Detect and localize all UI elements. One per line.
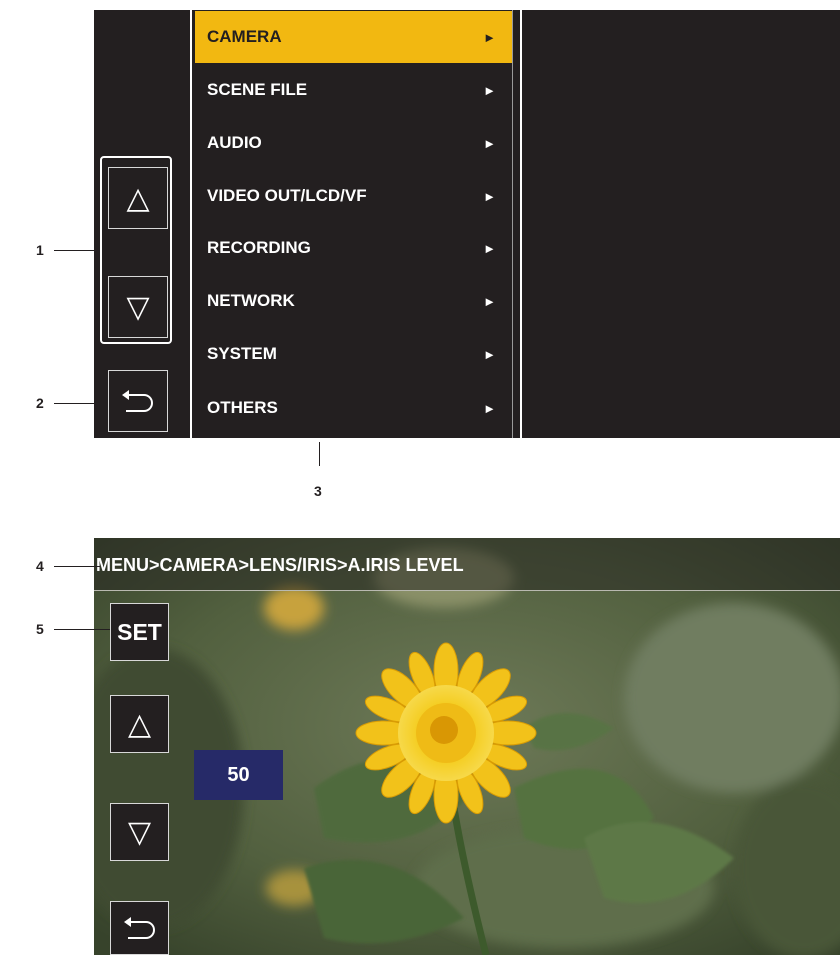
menu-item-scene-file[interactable]: SCENE FILE ► (195, 64, 512, 116)
set-button-label: SET (117, 618, 162, 645)
menu-item-label: OTHERS (207, 398, 278, 417)
menu-item-system[interactable]: SYSTEM ► (195, 328, 512, 380)
play-arrow-icon: ► (483, 240, 496, 256)
breadcrumb-divider (94, 590, 840, 591)
callout-2: 2 (36, 395, 44, 411)
set-button[interactable]: SET (110, 603, 169, 661)
menu-item-label: SCENE FILE (207, 80, 308, 99)
callout-line-5 (54, 629, 110, 630)
play-arrow-icon: ► (483, 293, 496, 309)
play-arrow-icon: ► (483, 29, 496, 45)
scroll-down-button[interactable]: ▽ (108, 276, 168, 338)
callout-4: 4 (36, 558, 44, 574)
down-triangle-icon: ▽ (127, 815, 152, 849)
iris-level-value: 50 (194, 750, 283, 800)
return-arrow-icon (122, 390, 153, 412)
callout-line-4 (54, 566, 100, 567)
menu-item-label: NETWORK (207, 291, 295, 310)
menu-item-label: AUDIO (207, 133, 262, 152)
back-button[interactable] (110, 901, 169, 955)
menu-item-recording[interactable]: RECORDING ► (195, 222, 512, 274)
menu-item-label: SYSTEM (207, 344, 277, 363)
live-view-screen: MENU>CAMERA>LENS/IRIS>A.IRIS LEVEL SET △… (94, 538, 840, 955)
value-up-button[interactable]: △ (110, 695, 169, 753)
up-triangle-icon: △ (126, 181, 150, 215)
back-button[interactable] (108, 370, 168, 432)
menu-item-network[interactable]: NETWORK ► (195, 275, 512, 327)
callout-line-3 (319, 442, 320, 466)
play-arrow-icon: ► (483, 346, 496, 362)
menu-item-video-out[interactable]: VIDEO OUT/LCD/VF ► (195, 170, 512, 222)
play-arrow-icon: ► (483, 188, 496, 204)
menu-item-camera[interactable]: CAMERA ► (195, 11, 512, 63)
breadcrumb: MENU>CAMERA>LENS/IRIS>A.IRIS LEVEL (96, 555, 464, 575)
callout-line-2 (54, 403, 108, 404)
play-arrow-icon: ► (483, 400, 496, 416)
menu-item-label: RECORDING (207, 238, 311, 257)
menu-item-label: VIDEO OUT/LCD/VF (207, 186, 367, 205)
down-triangle-icon: ▽ (126, 290, 150, 324)
play-arrow-icon: ► (483, 82, 496, 98)
menu-item-label: CAMERA (207, 27, 282, 46)
callout-5: 5 (36, 621, 44, 637)
menu-scrollbar[interactable] (512, 10, 513, 438)
up-triangle-icon: △ (127, 707, 152, 741)
play-arrow-icon: ► (483, 135, 496, 151)
callout-line-1 (54, 250, 100, 251)
callout-3: 3 (314, 483, 322, 499)
scroll-up-button[interactable]: △ (108, 167, 168, 229)
value-down-button[interactable]: ▽ (110, 803, 169, 861)
menu-item-audio[interactable]: AUDIO ► (195, 117, 512, 169)
return-arrow-icon (123, 917, 155, 939)
callout-1: 1 (36, 242, 44, 258)
menu-item-others[interactable]: OTHERS ► (195, 382, 512, 434)
flower-photo-image (94, 538, 840, 955)
